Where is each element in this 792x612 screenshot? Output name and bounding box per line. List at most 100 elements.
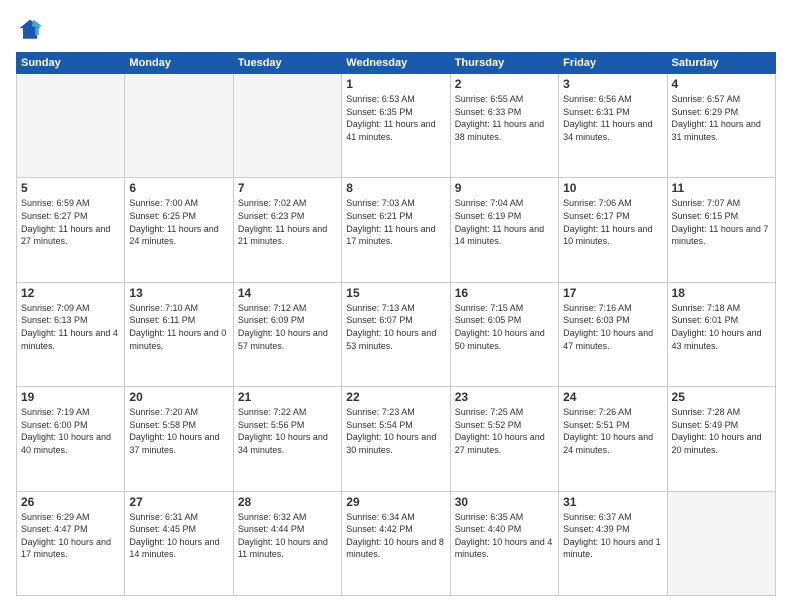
day-number: 29 (346, 495, 445, 509)
day-number: 10 (563, 181, 662, 195)
day-number: 19 (21, 390, 120, 404)
day-info: Sunrise: 7:12 AM Sunset: 6:09 PM Dayligh… (238, 302, 337, 352)
day-info: Sunrise: 7:13 AM Sunset: 6:07 PM Dayligh… (346, 302, 445, 352)
calendar-week-row: 19 Sunrise: 7:19 AM Sunset: 6:00 PM Dayli… (17, 387, 776, 491)
day-info: Sunrise: 7:28 AM Sunset: 5:49 PM Dayligh… (672, 406, 771, 456)
day-info: Sunrise: 7:19 AM Sunset: 6:00 PM Dayligh… (21, 406, 120, 456)
calendar-cell: 8 Sunrise: 7:03 AM Sunset: 6:21 PM Daylig… (342, 178, 450, 282)
calendar-cell: 21 Sunrise: 7:22 AM Sunset: 5:56 PM Dayli… (233, 387, 341, 491)
calendar-cell: 26Sunrise: 6:29 AM Sunset: 4:47 PM Dayli… (17, 491, 125, 595)
day-number: 7 (238, 181, 337, 195)
day-number: 8 (346, 181, 445, 195)
day-number: 20 (129, 390, 228, 404)
day-info: Sunrise: 7:06 AM Sunset: 6:17 PM Dayligh… (563, 197, 662, 247)
day-number: 23 (455, 390, 554, 404)
weekday-header-friday: Friday (559, 53, 667, 74)
day-info: Sunrise: 7:15 AM Sunset: 6:05 PM Dayligh… (455, 302, 554, 352)
day-info: Sunrise: 7:03 AM Sunset: 6:21 PM Dayligh… (346, 197, 445, 247)
day-info: Sunrise: 6:55 AM Sunset: 6:33 PM Dayligh… (455, 93, 554, 143)
calendar-cell: 10 Sunrise: 7:06 AM Sunset: 6:17 PM Dayli… (559, 178, 667, 282)
day-number: 9 (455, 181, 554, 195)
day-number: 24 (563, 390, 662, 404)
weekday-header-saturday: Saturday (667, 53, 775, 74)
day-number: 13 (129, 286, 228, 300)
calendar-cell: 25 Sunrise: 7:28 AM Sunset: 5:49 PM Dayli… (667, 387, 775, 491)
weekday-header-wednesday: Wednesday (342, 53, 450, 74)
day-number: 1 (346, 77, 445, 91)
calendar-cell: 6Sunrise: 7:00 AM Sunset: 6:25 PM Daylig… (125, 178, 233, 282)
day-number: 25 (672, 390, 771, 404)
day-number: 6 (129, 181, 228, 195)
calendar-cell: 4 Sunrise: 6:57 AM Sunset: 6:29 PM Daylig… (667, 74, 775, 178)
day-number: 2 (455, 77, 554, 91)
day-info: Sunrise: 7:04 AM Sunset: 6:19 PM Dayligh… (455, 197, 554, 247)
calendar-cell: 5 Sunrise: 6:59 AM Sunset: 6:27 PM Daylig… (17, 178, 125, 282)
day-number: 12 (21, 286, 120, 300)
day-info: Sunrise: 7:23 AM Sunset: 5:54 PM Dayligh… (346, 406, 445, 456)
calendar-cell: 31 Sunrise: 6:37 AM Sunset: 4:39 PM Dayli… (559, 491, 667, 595)
day-number: 30 (455, 495, 554, 509)
calendar-table: SundayMondayTuesdayWednesdayThursdayFrid… (16, 52, 776, 596)
calendar-cell: 2 Sunrise: 6:55 AM Sunset: 6:33 PM Daylig… (450, 74, 558, 178)
weekday-header-sunday: Sunday (17, 53, 125, 74)
calendar-cell: 30 Sunrise: 6:35 AM Sunset: 4:40 PM Dayli… (450, 491, 558, 595)
day-number: 21 (238, 390, 337, 404)
calendar-week-row: 12 Sunrise: 7:09 AM Sunset: 6:13 PM Dayli… (17, 282, 776, 386)
calendar-cell: 12 Sunrise: 7:09 AM Sunset: 6:13 PM Dayli… (17, 282, 125, 386)
day-info: Sunrise: 7:25 AM Sunset: 5:52 PM Dayligh… (455, 406, 554, 456)
day-info: Sunrise: 6:59 AM Sunset: 6:27 PM Dayligh… (21, 197, 120, 247)
logo-icon (16, 16, 44, 44)
day-info: Sunrise: 7:16 AM Sunset: 6:03 PM Dayligh… (563, 302, 662, 352)
day-number: 16 (455, 286, 554, 300)
calendar-cell: 7Sunrise: 7:02 AM Sunset: 6:23 PM Daylig… (233, 178, 341, 282)
day-number: 18 (672, 286, 771, 300)
day-info: Sunrise: 6:37 AM Sunset: 4:39 PM Dayligh… (563, 511, 662, 561)
calendar-cell: 27 Sunrise: 6:31 AM Sunset: 4:45 PM Dayli… (125, 491, 233, 595)
calendar-week-row: 5 Sunrise: 6:59 AM Sunset: 6:27 PM Daylig… (17, 178, 776, 282)
calendar-week-row: 1Sunrise: 6:53 AM Sunset: 6:35 PM Daylig… (17, 74, 776, 178)
day-number: 4 (672, 77, 771, 91)
weekday-header-monday: Monday (125, 53, 233, 74)
calendar-cell (233, 74, 341, 178)
day-info: Sunrise: 7:10 AM Sunset: 6:11 PM Dayligh… (129, 302, 228, 352)
calendar-cell: 9 Sunrise: 7:04 AM Sunset: 6:19 PM Daylig… (450, 178, 558, 282)
weekday-header-tuesday: Tuesday (233, 53, 341, 74)
calendar-cell (17, 74, 125, 178)
day-info: Sunrise: 7:22 AM Sunset: 5:56 PM Dayligh… (238, 406, 337, 456)
day-info: Sunrise: 6:35 AM Sunset: 4:40 PM Dayligh… (455, 511, 554, 561)
calendar-cell: 17 Sunrise: 7:16 AM Sunset: 6:03 PM Dayli… (559, 282, 667, 386)
calendar-cell (667, 491, 775, 595)
day-number: 5 (21, 181, 120, 195)
calendar-cell: 28 Sunrise: 6:32 AM Sunset: 4:44 PM Dayli… (233, 491, 341, 595)
calendar-cell: 15 Sunrise: 7:13 AM Sunset: 6:07 PM Dayli… (342, 282, 450, 386)
day-info: Sunrise: 7:09 AM Sunset: 6:13 PM Dayligh… (21, 302, 120, 352)
day-number: 31 (563, 495, 662, 509)
day-number: 11 (672, 181, 771, 195)
calendar-cell: 14Sunrise: 7:12 AM Sunset: 6:09 PM Dayli… (233, 282, 341, 386)
day-info: Sunrise: 7:26 AM Sunset: 5:51 PM Dayligh… (563, 406, 662, 456)
day-info: Sunrise: 6:57 AM Sunset: 6:29 PM Dayligh… (672, 93, 771, 143)
day-number: 22 (346, 390, 445, 404)
day-info: Sunrise: 6:32 AM Sunset: 4:44 PM Dayligh… (238, 511, 337, 561)
calendar-cell: 19 Sunrise: 7:19 AM Sunset: 6:00 PM Dayli… (17, 387, 125, 491)
day-number: 27 (129, 495, 228, 509)
weekday-header-row: SundayMondayTuesdayWednesdayThursdayFrid… (17, 53, 776, 74)
calendar-cell: 20Sunrise: 7:20 AM Sunset: 5:58 PM Dayli… (125, 387, 233, 491)
weekday-header-thursday: Thursday (450, 53, 558, 74)
day-info: Sunrise: 6:34 AM Sunset: 4:42 PM Dayligh… (346, 511, 445, 561)
day-number: 3 (563, 77, 662, 91)
page-header (16, 16, 776, 44)
day-number: 17 (563, 286, 662, 300)
day-number: 28 (238, 495, 337, 509)
calendar-cell: 13 Sunrise: 7:10 AM Sunset: 6:11 PM Dayli… (125, 282, 233, 386)
day-number: 15 (346, 286, 445, 300)
calendar-cell: 1Sunrise: 6:53 AM Sunset: 6:35 PM Daylig… (342, 74, 450, 178)
day-info: Sunrise: 6:31 AM Sunset: 4:45 PM Dayligh… (129, 511, 228, 561)
calendar-cell: 22 Sunrise: 7:23 AM Sunset: 5:54 PM Dayli… (342, 387, 450, 491)
day-info: Sunrise: 7:07 AM Sunset: 6:15 PM Dayligh… (672, 197, 771, 247)
calendar-cell: 11 Sunrise: 7:07 AM Sunset: 6:15 PM Dayli… (667, 178, 775, 282)
calendar-cell (125, 74, 233, 178)
day-number: 26 (21, 495, 120, 509)
calendar-cell: 29 Sunrise: 6:34 AM Sunset: 4:42 PM Dayli… (342, 491, 450, 595)
calendar-cell: 18Sunrise: 7:18 AM Sunset: 6:01 PM Dayli… (667, 282, 775, 386)
